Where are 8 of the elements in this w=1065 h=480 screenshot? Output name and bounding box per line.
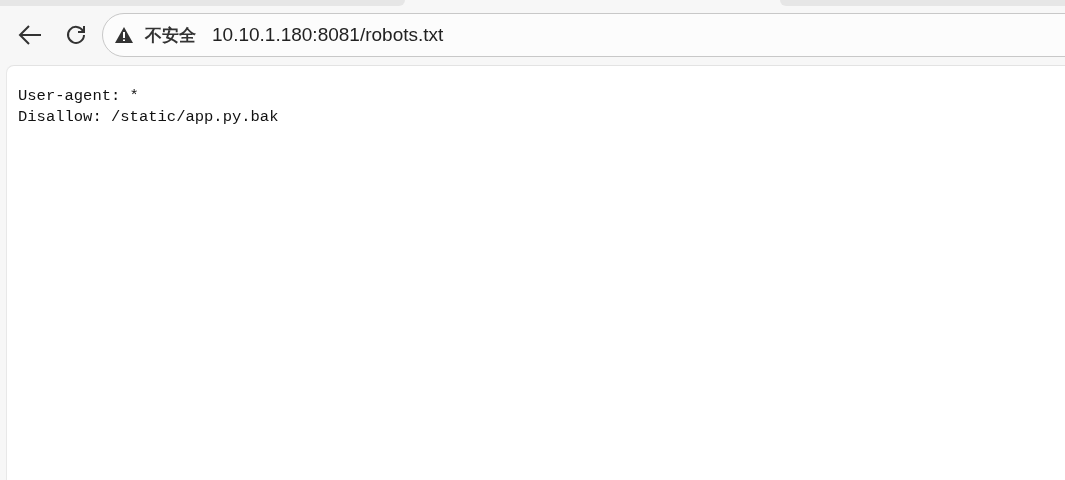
text-line: User-agent: * (18, 86, 140, 107)
reload-icon (65, 24, 87, 46)
warning-icon (115, 27, 133, 43)
text-line: Disallow: /static/app.py.bak (18, 107, 280, 128)
address-bar[interactable]: 不安全 10.10.1.180:8081/robots.txt (102, 13, 1065, 57)
url-text: 10.10.1.180:8081/robots.txt (212, 24, 444, 46)
security-label: 不安全 (145, 23, 196, 47)
back-arrow-icon (17, 24, 43, 46)
